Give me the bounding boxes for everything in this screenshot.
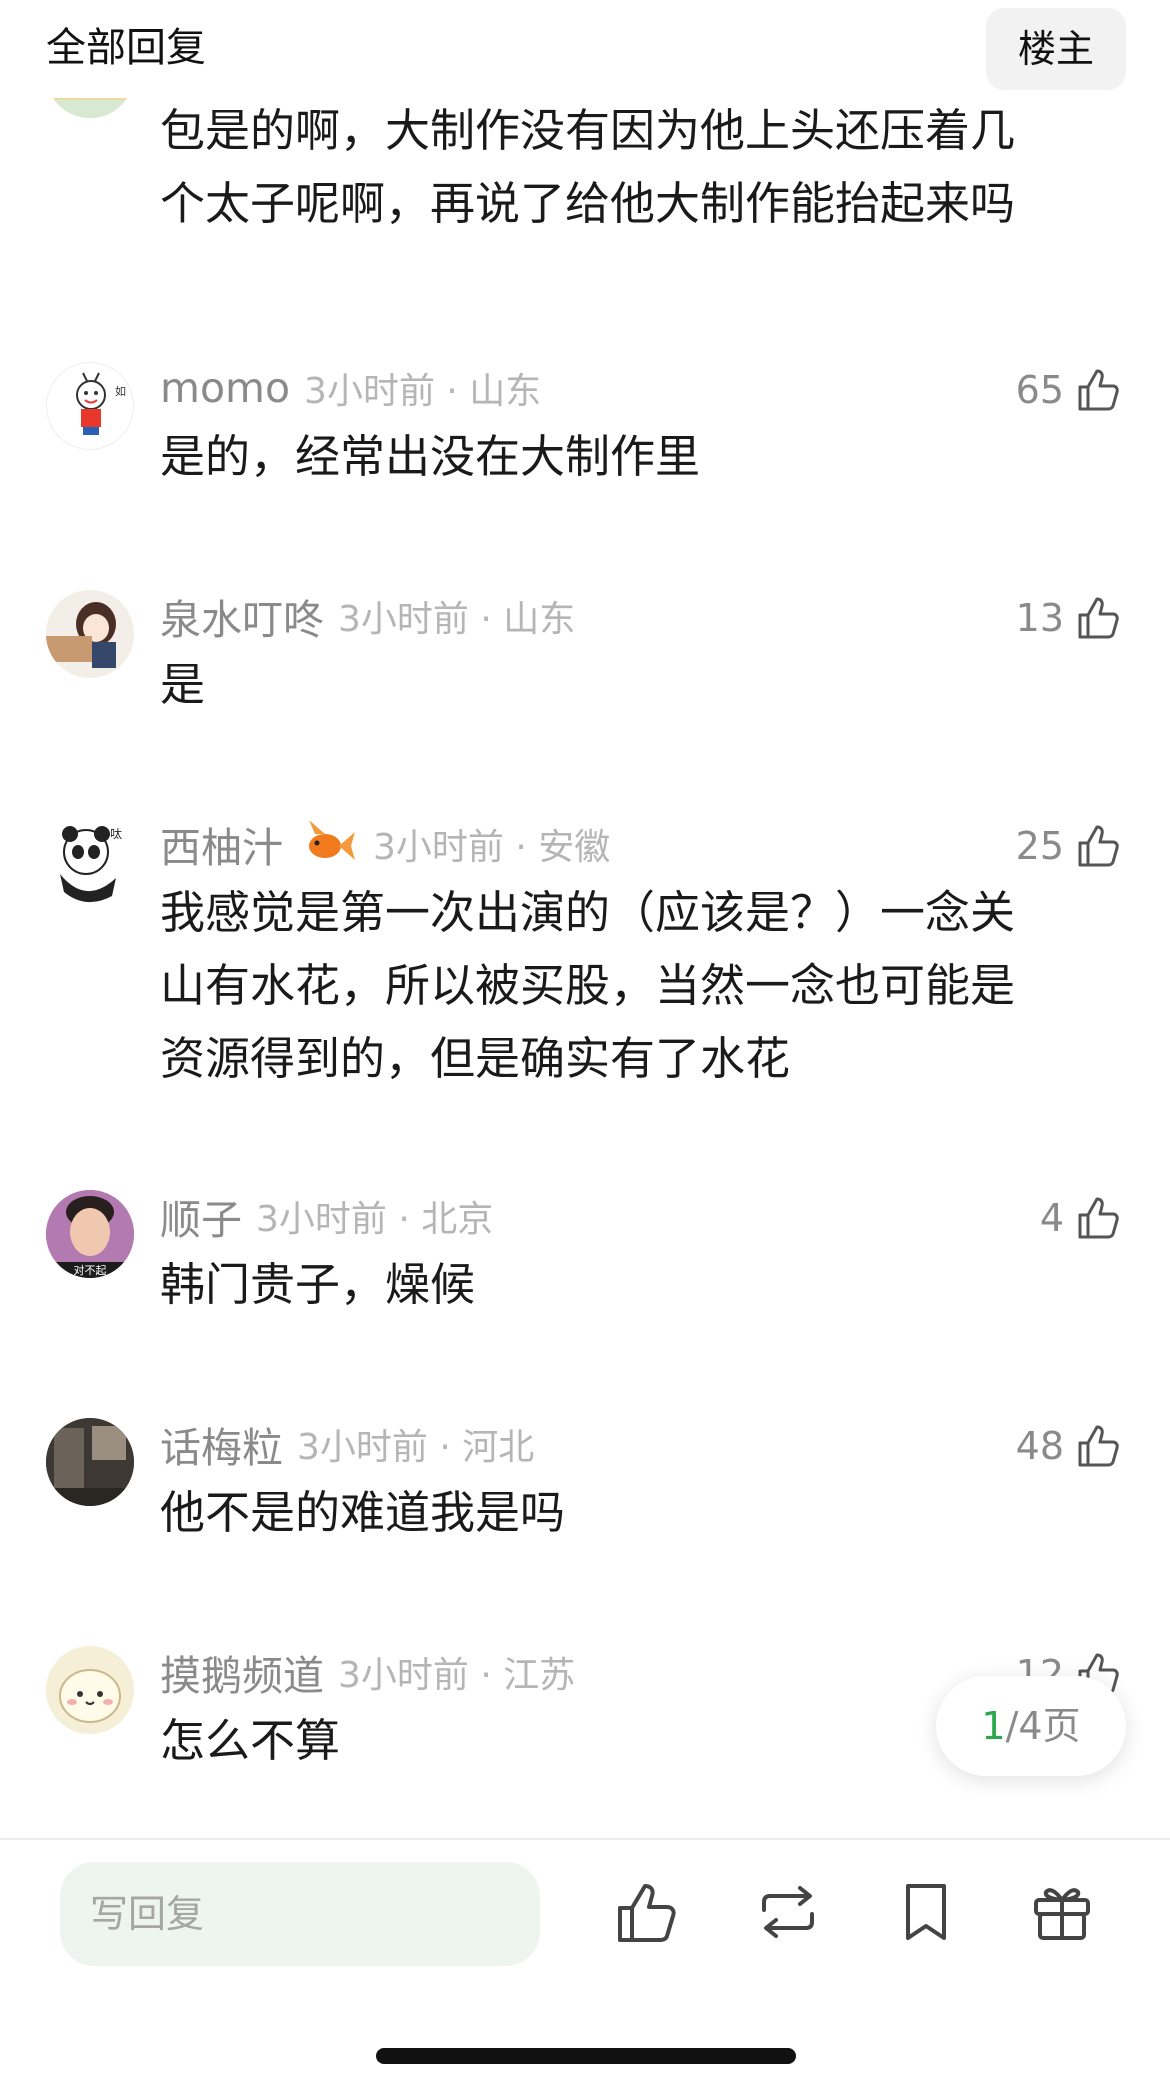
timestamp: 3小时前 · 山东: [338, 599, 576, 640]
comment-meta: 泉水叮咚 3小时前 · 山东: [160, 586, 575, 646]
comment-text: 我感觉是第一次出演的（应该是？）一念关 山有水花，所以被买股，当然一念也可能是 …: [160, 886, 1016, 1085]
repost-icon[interactable]: [752, 1876, 824, 1948]
comment-text: 韩门贵子，燥候: [160, 1258, 476, 1311]
top-bar: 全部回复 楼主: [0, 0, 1170, 98]
avatar-image: 如: [76, 372, 126, 435]
username[interactable]: momo: [160, 364, 290, 412]
avatar-image: 对不起: [46, 1190, 134, 1278]
total-pages: /4页: [1005, 1704, 1081, 1748]
page-indicator[interactable]: 1/4页: [936, 1676, 1126, 1776]
svg-text:如: 如: [115, 384, 126, 398]
reply-input[interactable]: 写回复: [60, 1862, 540, 1966]
comment-text: 包是的啊，大制作没有因为他上头还压着几 个太子呢啊，再说了给他大制作能抬起来吗: [160, 104, 1016, 230]
avatar-image: [46, 590, 134, 678]
bookmark-icon[interactable]: [890, 1876, 962, 1948]
like-button[interactable]: 25: [1016, 818, 1124, 874]
like-count: 48: [1015, 1424, 1064, 1468]
comment-meta: 摸鹅频道 3小时前 · 江苏: [160, 1642, 575, 1702]
comment-meta: 话梅粒 3小时前 · 河北: [160, 1414, 534, 1474]
username[interactable]: 顺子: [160, 1186, 242, 1246]
thumbs-up-icon: [1078, 1425, 1119, 1467]
like-button[interactable]: 65: [1016, 362, 1124, 418]
thumbs-up-icon: [1078, 825, 1119, 867]
like-count: 4: [1039, 1196, 1064, 1240]
username[interactable]: 西柚汁: [160, 814, 283, 874]
svg-text:呔: 呔: [110, 827, 122, 841]
thumbs-up-icon[interactable]: [612, 1876, 684, 1948]
username[interactable]: 摸鹅频道: [160, 1642, 324, 1702]
like-count: 65: [1015, 368, 1064, 412]
thumbs-up-icon: [1078, 597, 1119, 639]
timestamp: 3小时前 · 北京: [256, 1199, 494, 1240]
thumbs-up-icon: [1078, 369, 1119, 411]
like-button[interactable]: 13: [1016, 590, 1124, 646]
avatar-image: 呔: [60, 826, 122, 903]
comment-text: 他不是的难道我是吗: [160, 1486, 566, 1539]
bottom-action-bar: 写回复: [0, 1838, 1170, 2088]
avatar[interactable]: [46, 590, 134, 678]
like-count: 25: [1015, 824, 1064, 868]
comment-meta: 西柚汁 3小时前 · 安徽: [160, 814, 610, 874]
avatar-image: [46, 1418, 134, 1506]
comment-meta: momo 3小时前 · 山东: [160, 358, 541, 418]
current-page: 1: [981, 1704, 1006, 1748]
op-filter-button[interactable]: 楼主: [986, 8, 1126, 90]
like-button[interactable]: 4: [1040, 1190, 1124, 1246]
timestamp: 3小时前 · 安徽: [373, 827, 611, 868]
goldfish-icon: [295, 814, 359, 874]
page-title: 全部回复: [46, 25, 206, 71]
comment-thread-screen: 全部回复 楼主 包是的啊，大制作没有因为他上头还压着几 个太子呢啊，再说了给他大…: [0, 0, 1170, 2088]
comment-text: 是的，经常出没在大制作里: [160, 430, 701, 483]
svg-text:对不起: 对不起: [74, 1263, 107, 1277]
timestamp: 3小时前 · 江苏: [338, 1655, 576, 1696]
home-indicator: [376, 2048, 796, 2064]
timestamp: 3小时前 · 河北: [297, 1427, 535, 1468]
avatar[interactable]: [46, 1646, 134, 1734]
avatar-image: [46, 1646, 134, 1734]
thumbs-up-icon: [1078, 1197, 1119, 1239]
username[interactable]: 泉水叮咚: [160, 586, 324, 646]
gift-icon[interactable]: [1026, 1876, 1098, 1948]
comment-meta: 顺子 3小时前 · 北京: [160, 1186, 493, 1246]
timestamp: 3小时前 · 山东: [304, 371, 542, 412]
avatar[interactable]: 对不起: [46, 1190, 134, 1278]
avatar[interactable]: 如: [46, 362, 134, 450]
like-button[interactable]: 48: [1016, 1418, 1124, 1474]
avatar[interactable]: 呔: [46, 818, 134, 906]
like-count: 13: [1015, 596, 1064, 640]
avatar[interactable]: [46, 1418, 134, 1506]
username[interactable]: 话梅粒: [160, 1414, 283, 1474]
comment-text: 是: [160, 658, 206, 711]
